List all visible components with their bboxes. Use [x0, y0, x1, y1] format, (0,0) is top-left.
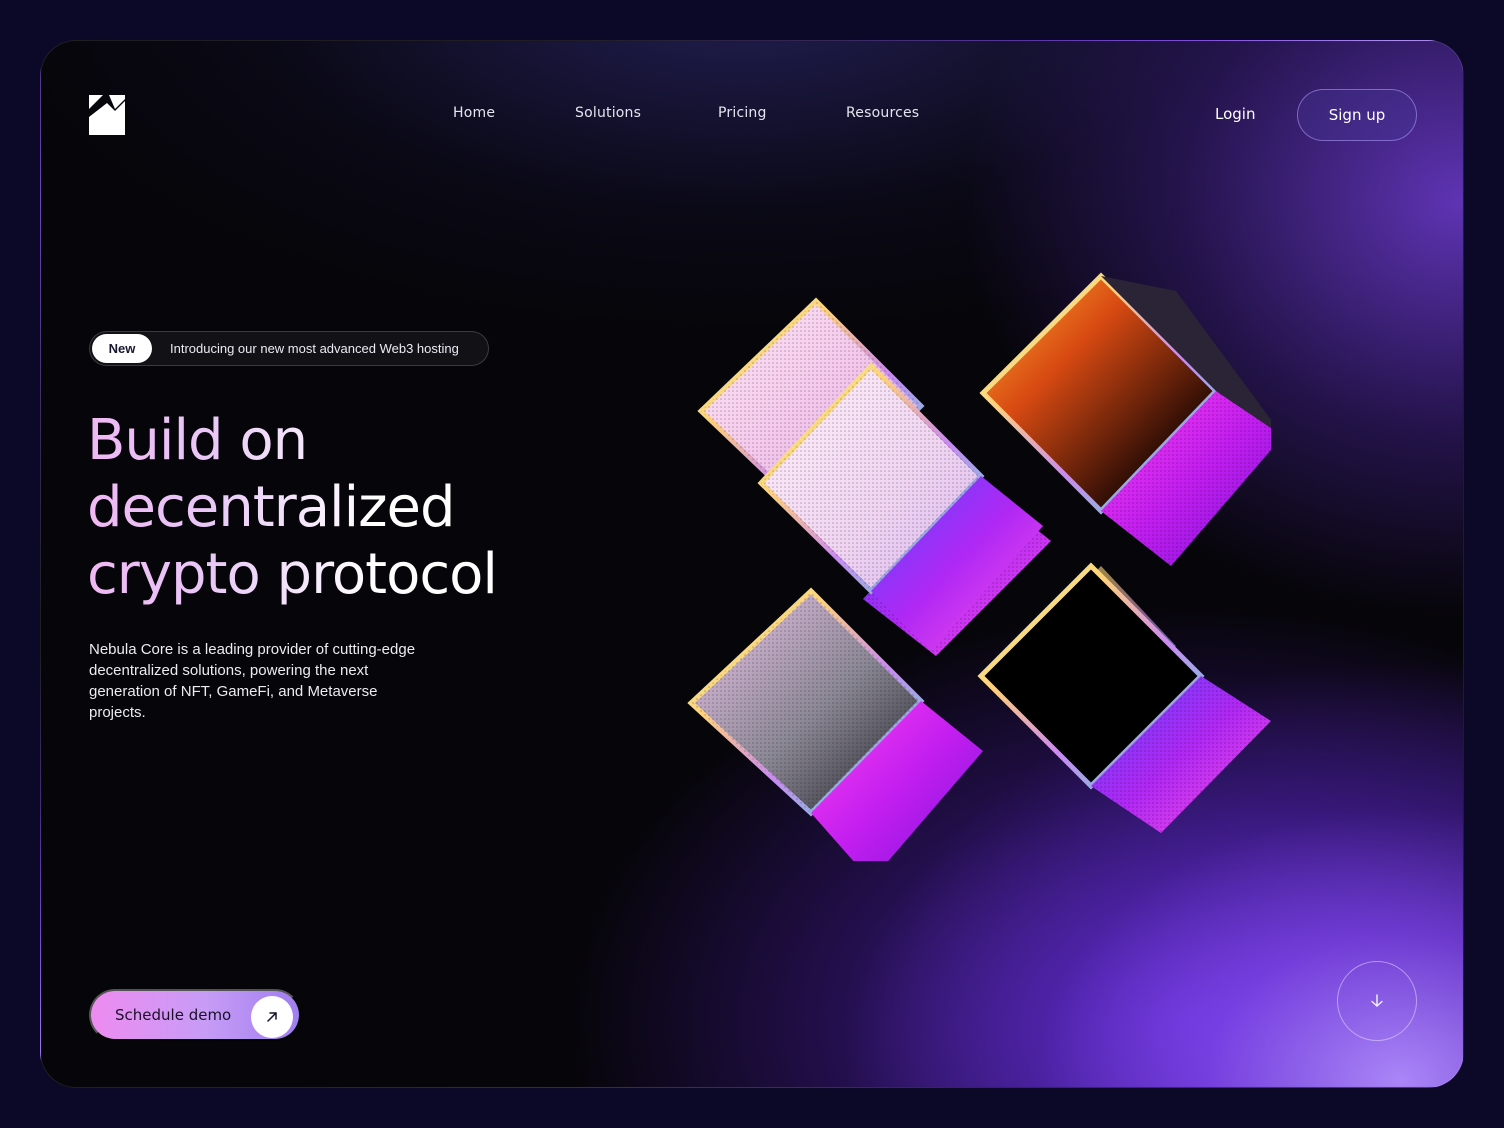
schedule-demo-label: Schedule demo: [115, 1006, 232, 1024]
announcement-pill[interactable]: New Introducing our new most advanced We…: [89, 331, 489, 366]
hero-title: Build on decentralized crypto protocol: [87, 407, 498, 608]
arrow-up-right-icon: [251, 996, 293, 1038]
nav-solutions-link[interactable]: Solutions: [575, 105, 641, 121]
scroll-down-button[interactable]: [1337, 961, 1417, 1041]
signup-button[interactable]: Sign up: [1297, 89, 1417, 141]
hero-frame: Home Solutions Pricing Resources Login S…: [40, 40, 1464, 1088]
nav-resources-link[interactable]: Resources: [846, 105, 919, 121]
arrow-down-icon: [1371, 994, 1383, 1008]
new-badge: New: [92, 334, 152, 363]
nav-home-link[interactable]: Home: [453, 105, 495, 121]
announcement-text: Introducing our new most advanced Web3 h…: [170, 341, 459, 356]
hero-title-line-1: Build on: [87, 407, 497, 474]
nav-pricing-link[interactable]: Pricing: [718, 105, 767, 121]
crypto-cubes-illustration: [687, 272, 1271, 861]
hero-title-line-2: decentralized: [87, 474, 497, 541]
hero-description: Nebula Core is a leading provider of cut…: [89, 641, 416, 721]
brand-logo-icon[interactable]: [89, 95, 125, 135]
login-link[interactable]: Login: [1215, 105, 1255, 123]
hero-title-line-3: crypto protocol: [87, 542, 498, 607]
schedule-demo-button[interactable]: Schedule demo: [89, 989, 301, 1041]
